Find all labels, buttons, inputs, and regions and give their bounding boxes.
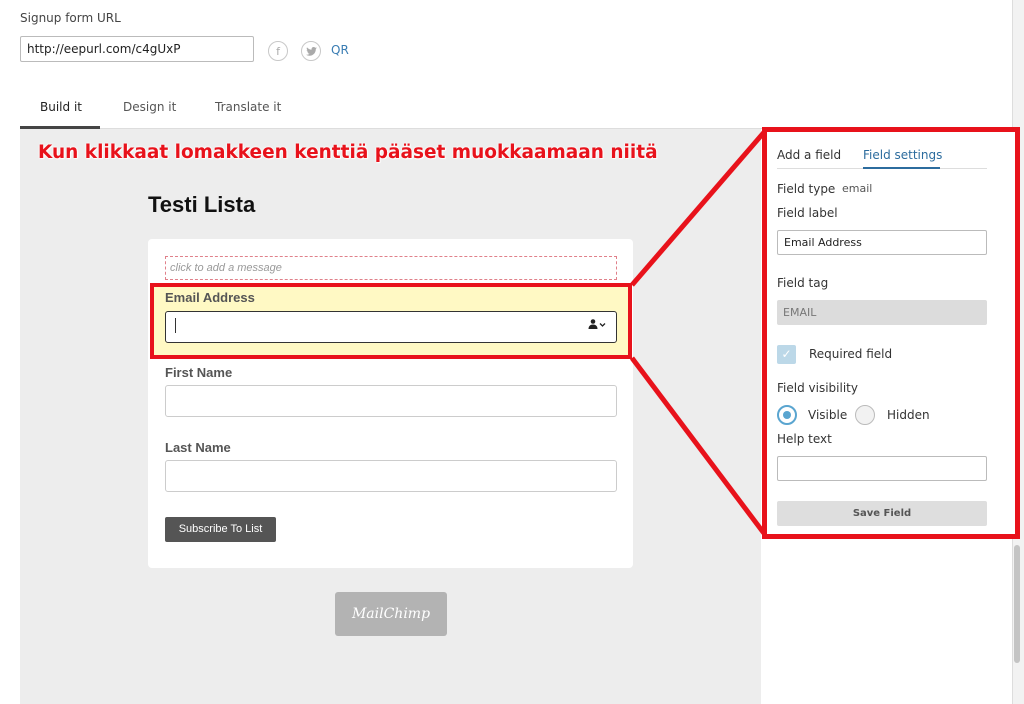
panel-active-tab-indicator	[863, 167, 940, 169]
visible-radio-dot	[783, 411, 791, 419]
field-tag-label: Field tag	[777, 276, 829, 290]
hidden-radio[interactable]	[855, 405, 875, 425]
required-field-label: Required field	[809, 347, 893, 361]
required-field-checkbox[interactable]: ✓	[777, 345, 796, 364]
field-label-label: Field label	[777, 206, 838, 220]
tab-field-settings[interactable]: Field settings	[863, 148, 942, 162]
hidden-radio-label: Hidden	[887, 408, 930, 422]
field-type-value: email	[842, 182, 873, 195]
save-field-button[interactable]: Save Field	[777, 501, 987, 526]
help-text-label: Help text	[777, 432, 832, 446]
tab-add-a-field[interactable]: Add a field	[777, 148, 841, 162]
visible-radio-label: Visible	[808, 408, 848, 422]
field-label-input[interactable]: Email Address	[777, 230, 987, 255]
help-text-input[interactable]	[777, 456, 987, 481]
field-tag-input: EMAIL	[777, 300, 987, 325]
field-type-label: Field type	[777, 182, 836, 196]
field-visibility-label: Field visibility	[777, 381, 858, 395]
